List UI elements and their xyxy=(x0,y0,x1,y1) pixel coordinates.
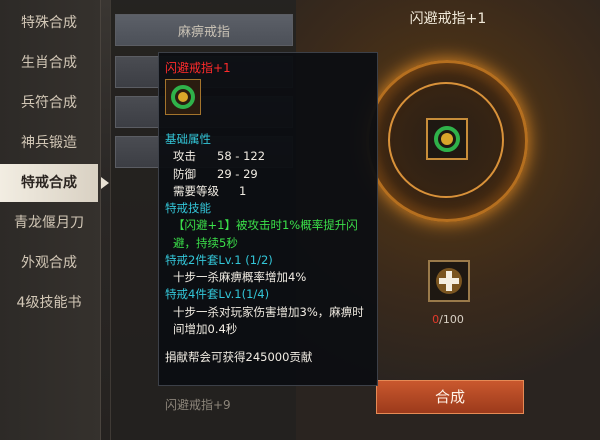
set4-text: 十步一杀对玩家伤害增加3%，麻痹时间增加0.4秒 xyxy=(173,304,364,336)
category-item[interactable]: 青龙偃月刀 xyxy=(0,204,98,242)
attack-row: 攻击 58 - 122 xyxy=(165,148,371,165)
base-attr-title: 基础属性 xyxy=(165,132,211,146)
category-item[interactable]: 4级技能书 xyxy=(0,284,98,322)
skill-text: 【闪避+1】被攻击时1%概率提升闪避，持续5秒 xyxy=(173,218,358,250)
category-item[interactable]: 兵符合成 xyxy=(0,84,98,122)
set2-title: 特戒2件套Lv.1 (1/2) xyxy=(165,252,273,267)
defense-label: 防御 xyxy=(173,166,196,181)
plus-material-icon xyxy=(436,268,462,294)
item-tooltip: 闪避戒指+1 基础属性 攻击 58 - 122 防御 29 - 29 需要等级 … xyxy=(158,52,378,386)
defense-row: 防御 29 - 29 xyxy=(165,166,371,183)
craft-button[interactable]: 合成 xyxy=(376,380,524,414)
material-count: 0/100 xyxy=(426,313,470,326)
material-need: /100 xyxy=(439,313,464,326)
level-label: 需要等级 xyxy=(173,183,219,198)
set4-title: 特戒4件套Lv.1(1/4) xyxy=(165,287,270,302)
craft-target-title: 闪避戒指+1 xyxy=(409,11,487,27)
category-item[interactable]: 外观合成 xyxy=(0,244,98,282)
tooltip-body: 基础属性 攻击 58 - 122 防御 29 - 29 需要等级 1 特戒技能 … xyxy=(165,131,371,338)
category-menu: 特殊合成 生肖合成 兵符合成 神兵锻造 特戒合成 青龙偃月刀 外观合成 4级技能… xyxy=(0,0,101,440)
category-item-active[interactable]: 特戒合成 xyxy=(0,164,98,202)
category-item[interactable]: 生肖合成 xyxy=(0,44,98,82)
category-item[interactable]: 神兵锻造 xyxy=(0,124,98,162)
material-slot[interactable] xyxy=(428,260,470,302)
chevron-right-icon xyxy=(101,177,109,189)
category-item[interactable]: 特殊合成 xyxy=(0,4,98,42)
recipe-list-item[interactable]: 麻痹戒指 xyxy=(115,14,293,46)
attack-label: 攻击 xyxy=(173,149,196,164)
level-value: 1 xyxy=(239,183,247,198)
recipe-label: 麻痹戒指 xyxy=(177,25,230,40)
level-row: 需要等级 1 xyxy=(165,183,371,200)
tooltip-item-name: 闪避戒指+1 xyxy=(165,61,231,75)
tooltip-footer: 捐献帮会可获得245000贡献 xyxy=(165,350,313,364)
defense-value: 29 - 29 xyxy=(217,166,258,181)
ring-item-icon xyxy=(165,79,201,115)
attack-value: 58 - 122 xyxy=(217,149,266,164)
ring-item-icon xyxy=(434,126,460,152)
skill-title: 特戒技能 xyxy=(165,201,211,215)
target-item-slot[interactable] xyxy=(426,118,468,160)
crafting-panel: 特殊合成 生肖合成 兵符合成 神兵锻造 特戒合成 青龙偃月刀 外观合成 4级技能… xyxy=(0,0,600,440)
set2-text: 十步一杀麻痹概率增加4% xyxy=(173,270,307,284)
